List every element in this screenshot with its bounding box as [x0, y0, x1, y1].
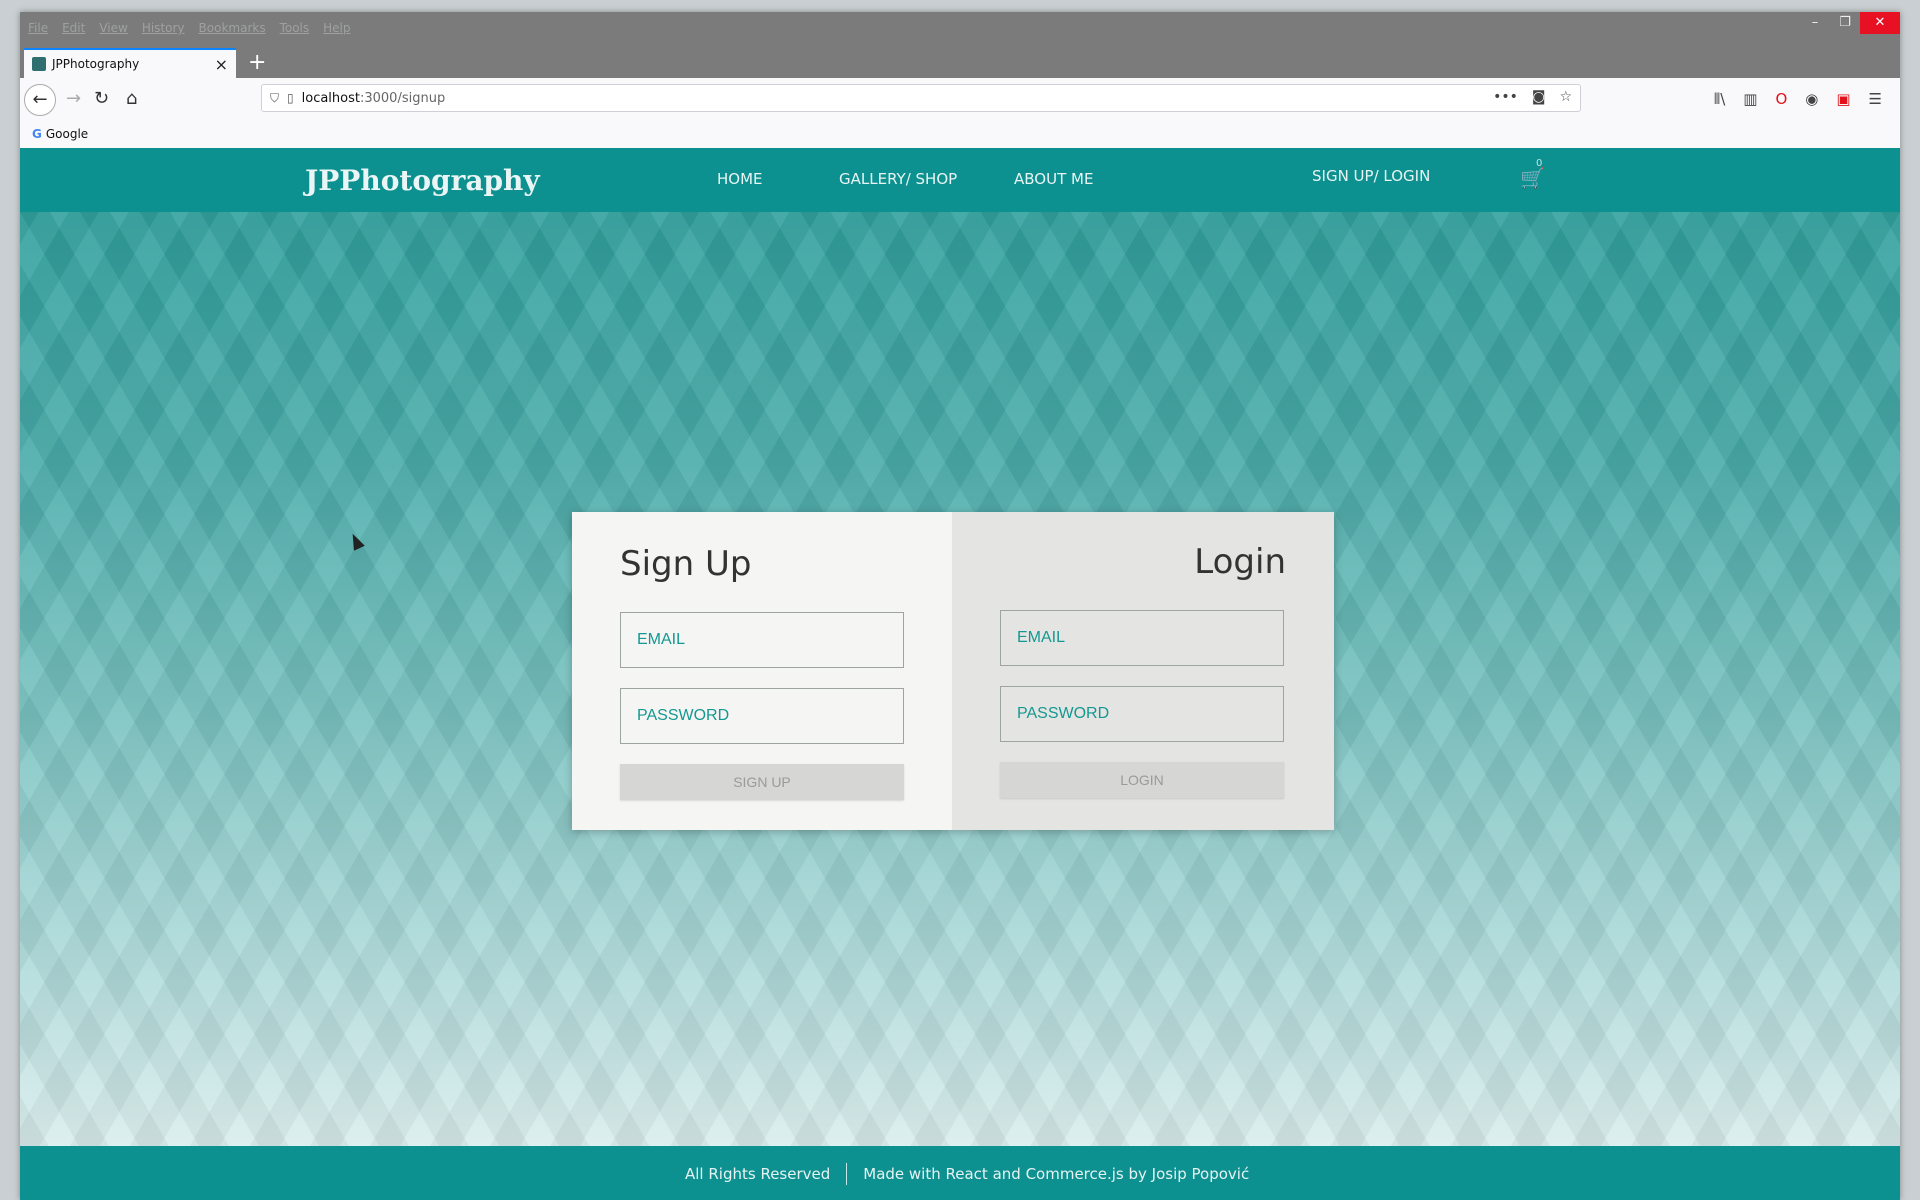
login-title: Login	[1194, 542, 1286, 582]
signup-title: Sign Up	[620, 544, 752, 584]
url-path: :3000/signup	[359, 90, 446, 106]
site-logo[interactable]: JPPhotography	[305, 164, 540, 197]
page-content: JPPhotography HOME GALLERY/ SHOP ABOUT M…	[20, 148, 1900, 1200]
login-email-field[interactable]	[1000, 610, 1284, 666]
restore-button[interactable]: ❐	[1830, 12, 1860, 34]
close-window-button[interactable]: ✕	[1860, 12, 1900, 34]
url-host: localhost	[301, 90, 360, 106]
tab-strip: JPPhotography × +	[20, 44, 1900, 78]
toolbar-right: ⫴\ ▥ O ◉ ▣ ☰	[1714, 90, 1882, 108]
login-button[interactable]: LOGIN	[1000, 762, 1284, 798]
nav-signup-login[interactable]: SIGN UP/ LOGIN	[1312, 167, 1430, 185]
home-button[interactable]: ⌂	[126, 88, 137, 109]
forward-button[interactable]: →	[66, 88, 81, 109]
sidebar-icon[interactable]: ▥	[1743, 90, 1757, 108]
footer-divider	[846, 1163, 848, 1185]
tab-title: JPPhotography	[52, 57, 140, 71]
signup-password-field[interactable]	[620, 688, 904, 744]
menu-edit[interactable]: Edit	[62, 21, 85, 35]
menu-file[interactable]: File	[28, 21, 48, 35]
menu-view[interactable]: View	[99, 21, 127, 35]
extension-icon[interactable]: ▣	[1836, 90, 1850, 108]
menu-help[interactable]: Help	[323, 21, 350, 35]
site-header: JPPhotography HOME GALLERY/ SHOP ABOUT M…	[20, 148, 1900, 212]
browser-window: File Edit View History Bookmarks Tools H…	[20, 12, 1900, 1200]
mouse-cursor-icon	[347, 531, 365, 551]
bookmark-google[interactable]: G Google	[32, 127, 88, 141]
url-bar[interactable]: ⛉ ▯ localhost :3000/signup ••• ◙ ☆	[261, 84, 1581, 112]
signup-button[interactable]: SIGN UP	[620, 764, 904, 800]
bookmarks-bar: G Google	[20, 122, 1900, 149]
library-icon[interactable]: ⫴\	[1714, 90, 1725, 108]
menu-history[interactable]: History	[142, 21, 185, 35]
cart-icon[interactable]: 🛒	[1520, 166, 1545, 190]
menu-bar: File Edit View History Bookmarks Tools H…	[28, 21, 351, 35]
minimize-button[interactable]: –	[1800, 12, 1830, 34]
new-tab-button[interactable]: +	[248, 50, 266, 75]
auth-card: Sign Up SIGN UP Login LOGIN	[572, 512, 1334, 830]
account-icon[interactable]: ◉	[1805, 90, 1818, 108]
signup-email-field[interactable]	[620, 612, 904, 668]
hamburger-menu-icon[interactable]: ☰	[1869, 90, 1882, 108]
tab-jpphotography[interactable]: JPPhotography ×	[24, 48, 236, 78]
google-icon: G	[32, 127, 42, 141]
opera-extension-icon[interactable]: O	[1775, 90, 1787, 108]
bookmark-label: Google	[45, 127, 89, 141]
nav-home[interactable]: HOME	[717, 170, 763, 188]
window-controls: – ❐ ✕	[1800, 12, 1900, 34]
login-password-field[interactable]	[1000, 686, 1284, 742]
close-tab-icon[interactable]: ×	[215, 55, 228, 74]
bookmark-star-icon[interactable]: ☆	[1559, 89, 1572, 105]
cart-count-badge: 0	[1536, 158, 1543, 169]
footer-rights: All Rights Reserved	[685, 1165, 831, 1183]
nav-about-me[interactable]: ABOUT ME	[1014, 170, 1093, 188]
page-info-icon[interactable]: ▯	[287, 91, 294, 105]
menu-bookmarks[interactable]: Bookmarks	[199, 21, 266, 35]
title-bar: File Edit View History Bookmarks Tools H…	[20, 12, 1900, 44]
reload-button[interactable]: ↻	[94, 88, 109, 109]
navigation-toolbar: ← → ↻ ⌂ ⛉ ▯ localhost :3000/signup ••• ◙…	[20, 78, 1900, 122]
footer-credits: Made with React and Commerce.js by Josip…	[863, 1165, 1250, 1183]
pocket-icon[interactable]: ◙	[1532, 89, 1546, 105]
login-panel: Login LOGIN	[952, 512, 1334, 830]
back-button[interactable]: ←	[24, 84, 56, 116]
shield-icon[interactable]: ⛉	[270, 91, 279, 106]
page-actions-icon[interactable]: •••	[1493, 89, 1518, 105]
site-footer: All Rights Reserved Made with React and …	[20, 1146, 1900, 1200]
menu-tools[interactable]: Tools	[280, 21, 310, 35]
favicon-icon	[32, 57, 46, 71]
nav-gallery-shop[interactable]: GALLERY/ SHOP	[839, 170, 957, 188]
